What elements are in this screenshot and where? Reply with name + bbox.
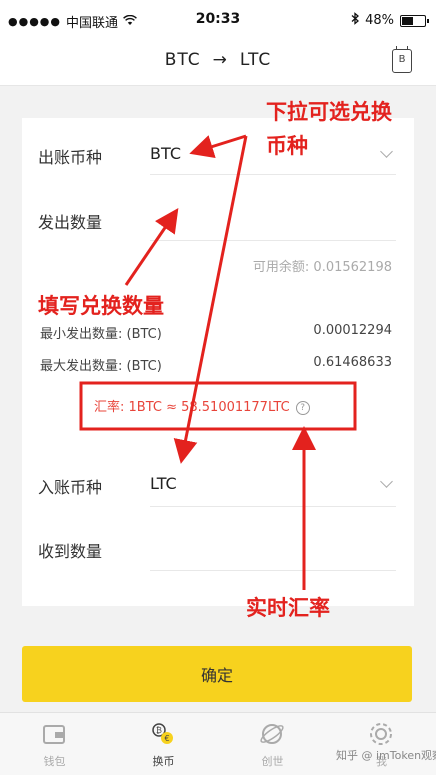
max-send-value: 0.61468633 <box>313 355 392 370</box>
battery-icon <box>400 14 429 27</box>
exchange-rate-text: 汇率: 1BTC ≈ 58.51001177LTC <box>94 400 290 415</box>
tab-bar: 钱包 ₿ € 换币 创世 我 <box>0 712 436 775</box>
chevron-down-icon[interactable] <box>380 475 393 488</box>
exchange-rate: 汇率: 1BTC ≈ 58.51001177LTC? <box>94 396 310 415</box>
tab-genesis[interactable]: 创世 <box>218 713 327 775</box>
send-amount-input[interactable] <box>150 200 396 240</box>
receive-currency-label: 入账币种 <box>38 478 103 497</box>
receive-amount-input[interactable] <box>150 530 396 570</box>
nav-bar: BTC → LTC B <box>0 40 436 86</box>
tab-label: 钱包 <box>43 755 66 768</box>
svg-text:₿: ₿ <box>156 726 162 735</box>
annotation-realtime-rate: 实时汇率 <box>246 596 330 620</box>
status-bar: ●●●●● 中国联通 20:33 48% <box>0 0 436 40</box>
nav-from-currency: BTC <box>164 50 201 70</box>
exchange-icon: ₿ € <box>150 721 176 747</box>
tab-exchange[interactable]: ₿ € 换币 <box>109 713 218 775</box>
battery-percent: 48% <box>365 13 394 28</box>
divider <box>150 506 396 507</box>
send-currency-select[interactable]: BTC <box>150 144 181 163</box>
gear-icon <box>368 721 394 747</box>
nav-arrow: → <box>212 50 228 70</box>
svg-text:€: € <box>164 734 169 743</box>
annotation-fill-amount: 填写兑换数量 <box>38 294 164 318</box>
tab-label: 创世 <box>261 755 284 768</box>
min-send-value: 0.00012294 <box>313 323 392 338</box>
watermark: 知乎 @ imToken观察 <box>336 749 436 762</box>
divider <box>150 174 396 175</box>
available-balance: 可用余额: 0.01562198 <box>252 260 392 275</box>
annotation-dropdown-hint-1: 下拉可选兑换 <box>266 100 392 124</box>
tab-label: 换币 <box>152 755 175 768</box>
max-send-label: 最大发出数量: (BTC) <box>40 359 162 374</box>
send-currency-label: 出账币种 <box>38 148 103 167</box>
record-book-icon[interactable]: B <box>392 46 412 73</box>
planet-icon <box>259 721 285 747</box>
receive-amount-label: 收到数量 <box>38 542 103 561</box>
tab-wallet[interactable]: 钱包 <box>0 713 109 775</box>
min-send-label: 最小发出数量: (BTC) <box>40 327 162 342</box>
send-amount-label: 发出数量 <box>38 213 103 232</box>
battery-level-fill <box>402 16 413 25</box>
tab-me[interactable]: 我 <box>327 713 436 775</box>
divider <box>150 570 396 571</box>
receive-card: 入账币种 LTC 收到数量 <box>22 440 414 606</box>
receive-currency-select[interactable]: LTC <box>150 474 177 493</box>
confirm-button[interactable]: 确定 <box>22 646 412 702</box>
annotation-dropdown-hint-2: 币种 <box>266 134 308 158</box>
battery-group: 48% <box>351 12 429 29</box>
page-title: BTC → LTC <box>0 50 436 70</box>
send-card: 出账币种 BTC 发出数量 可用余额: 0.01562198 最小发出数量: (… <box>22 118 414 440</box>
help-icon[interactable]: ? <box>295 400 310 415</box>
bluetooth-icon <box>351 12 360 29</box>
wallet-icon <box>41 721 67 747</box>
chevron-down-icon[interactable] <box>380 145 393 158</box>
divider <box>150 240 396 241</box>
nav-to-currency: LTC <box>239 50 272 70</box>
